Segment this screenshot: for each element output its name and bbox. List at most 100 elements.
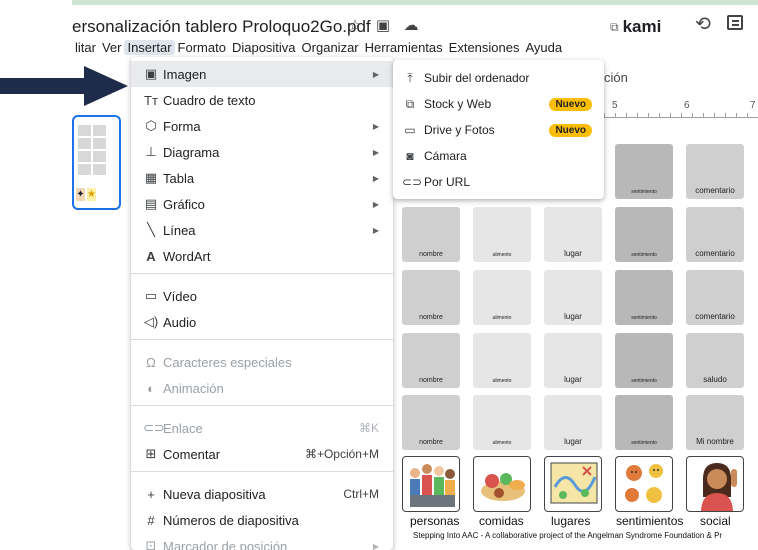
insert-menu-item-línea[interactable]: ╲ Línea ▶ xyxy=(131,217,393,243)
insert-menu-item-comentar[interactable]: ⊞ Comentar ⌘+Opción+M xyxy=(131,441,393,467)
image-submenu-item-label: Por URL xyxy=(424,175,471,189)
slide-cell[interactable]: alimento xyxy=(473,333,531,388)
slide-cell-label: alimento xyxy=(492,440,512,446)
submenu-arrow-icon: ▶ xyxy=(372,69,379,79)
slide-cell-label: comentario xyxy=(695,186,735,195)
insert-menu-item-imagen[interactable]: ▣ Imagen ▶ xyxy=(131,61,393,87)
slide-cell-label: sentimiento xyxy=(631,315,657,321)
pictogram-comidas xyxy=(473,456,531,512)
insert-menu-item-números-de-diapositiva[interactable]: # Números de diapositiva xyxy=(131,507,393,533)
slide-cell[interactable]: nombre xyxy=(402,333,460,388)
image-submenu-item-label: Subir del ordenador xyxy=(424,71,530,85)
insert-menu-item-audio[interactable]: ◁) Audio xyxy=(131,309,393,335)
new-badge: Nuevo xyxy=(549,123,592,137)
menu-herramientas[interactable]: Herramientas xyxy=(362,40,446,55)
table-icon: ▦ xyxy=(144,170,158,185)
submenu-arrow-icon: ▶ xyxy=(372,225,379,235)
slide-cell[interactable]: lugar xyxy=(544,333,602,388)
slide-cell[interactable]: nombre xyxy=(402,207,460,262)
kami-extension[interactable]: ⧉ kami xyxy=(610,17,661,37)
menu-diapositiva[interactable]: Diapositiva xyxy=(229,40,299,55)
insert-menu-item-marcador-de-posición: ⊡ Marcador de posición ▶ xyxy=(131,533,393,550)
slide-cell[interactable]: sentimiento xyxy=(615,395,673,450)
slide-cell[interactable]: saludo xyxy=(686,333,744,388)
move-folder-icon[interactable]: ▣ xyxy=(374,16,392,34)
shortcut-label: ⌘+Opción+M xyxy=(304,447,379,461)
menu-ver[interactable]: Ver xyxy=(99,40,125,55)
menu-extensiones[interactable]: Extensiones xyxy=(446,40,523,55)
pointer-arrow-icon xyxy=(0,66,128,106)
star-icon[interactable]: ☆ xyxy=(346,16,364,34)
insert-menu-item-label: Animación xyxy=(163,380,224,396)
pictogram-label: social xyxy=(700,514,731,528)
insert-menu-item-vídeo[interactable]: ▭ Vídeo xyxy=(131,283,393,309)
omega-icon: Ω xyxy=(146,354,156,370)
comments-icon[interactable] xyxy=(727,15,743,30)
image-submenu: ⤒ Subir del ordenador ⧉ Stock y Web Nuevo ▭ Dr… xyxy=(393,60,604,199)
image-submenu-item-cámara[interactable]: ◙ Cámara xyxy=(393,143,604,169)
placeholder-icon: ⊡ xyxy=(145,538,157,550)
menu-insertar[interactable]: Insertar xyxy=(124,39,175,55)
audio-icon: ◁) xyxy=(143,314,159,329)
cloud-status-icon[interactable]: ☁ xyxy=(402,16,420,34)
version-history-icon[interactable]: ⟲ xyxy=(695,13,711,36)
slide-cell-label: comentario xyxy=(695,249,735,258)
slide-cell[interactable]: alimento xyxy=(473,207,531,262)
slide-cell[interactable]: Mi nombre xyxy=(686,395,744,450)
slide-cell[interactable]: nombre xyxy=(402,270,460,325)
slide-cell[interactable]: alimento xyxy=(473,270,531,325)
menu-bar: litar Ver Insertar Formato Diapositiva O… xyxy=(72,37,565,57)
slide-cell[interactable]: alimento xyxy=(473,395,531,450)
insert-menu-item-gráfico[interactable]: ▤ Gráfico ▶ xyxy=(131,191,393,217)
toolbar-partial-label[interactable]: ción xyxy=(604,70,628,85)
slide-cell[interactable]: nombre xyxy=(402,395,460,450)
slide-cell-label: sentimiento xyxy=(631,378,657,384)
slide-cell[interactable]: sentimiento xyxy=(615,144,673,199)
ruler-number: 6 xyxy=(684,100,690,111)
slide-cell[interactable]: sentimiento xyxy=(615,333,673,388)
insert-menu-item-nueva-diapositiva[interactable]: + Nueva diapositiva Ctrl+M xyxy=(131,481,393,507)
new-badge: Nuevo xyxy=(549,97,592,111)
slide-cell[interactable]: comentario xyxy=(686,270,744,325)
slide-footer-text: Stepping Into AAC - A collaborative proj… xyxy=(413,531,723,540)
document-title[interactable]: ersonalización tablero Proloquo2Go.pdf xyxy=(72,17,371,37)
insert-menu-item-diagrama[interactable]: ⊥ Diagrama ▶ xyxy=(131,139,393,165)
pictogram-label: lugares xyxy=(551,514,591,528)
slide-cell-label: lugar xyxy=(564,375,582,384)
slide-cell[interactable]: sentimiento xyxy=(615,207,673,262)
insert-menu-item-label: Diagrama xyxy=(163,144,220,160)
slide-cell[interactable]: lugar xyxy=(544,395,602,450)
insert-menu-item-tabla[interactable]: ▦ Tabla ▶ xyxy=(131,165,393,191)
image-submenu-item-por-url[interactable]: ⊂⊃ Por URL xyxy=(393,169,604,195)
insert-menu: ▣ Imagen ▶ Tт Cuadro de texto ⬡ Forma ▶ ⊥ Diagram… xyxy=(131,57,393,550)
slide-cell[interactable]: lugar xyxy=(544,270,602,325)
slide-cell[interactable]: sentimiento xyxy=(615,270,673,325)
menu-formato[interactable]: Formato xyxy=(175,40,229,55)
insert-menu-item-forma[interactable]: ⬡ Forma ▶ xyxy=(131,113,393,139)
image-submenu-item-label: Stock y Web xyxy=(424,97,492,111)
slide-cell-label: alimento xyxy=(492,252,512,258)
ruler-number: 5 xyxy=(612,100,618,111)
insert-menu-item-cuadro-de-texto[interactable]: Tт Cuadro de texto xyxy=(131,87,393,113)
menu-organizar[interactable]: Organizar xyxy=(299,40,362,55)
image-submenu-item-drive-y-fotos[interactable]: ▭ Drive y Fotos Nuevo xyxy=(393,117,604,143)
insert-menu-item-label: Caracteres especiales xyxy=(163,354,292,370)
slide-cell-label: Mi nombre xyxy=(696,437,734,446)
slide-thumbnail[interactable]: ✦ ★ xyxy=(72,115,121,210)
text-box-icon: Tт xyxy=(144,92,158,108)
menu-separator xyxy=(131,273,393,274)
submenu-arrow-icon: ▶ xyxy=(372,173,379,183)
submenu-arrow-icon: ▶ xyxy=(372,199,379,209)
slide-cell[interactable]: comentario xyxy=(686,144,744,199)
pictogram-lugares xyxy=(544,456,602,512)
ruler-number: 7 xyxy=(750,100,756,111)
image-icon: ▣ xyxy=(144,66,158,81)
slide-cell-label: sentimiento xyxy=(631,189,657,195)
image-submenu-item-subir-del-ordenador[interactable]: ⤒ Subir del ordenador xyxy=(393,65,604,91)
image-submenu-item-stock-y-web[interactable]: ⧉ Stock y Web Nuevo xyxy=(393,91,604,117)
slide-cell[interactable]: lugar xyxy=(544,207,602,262)
menu-editar[interactable]: litar xyxy=(72,40,99,55)
slide-cell[interactable]: comentario xyxy=(686,207,744,262)
menu-ayuda[interactable]: Ayuda xyxy=(522,40,565,55)
insert-menu-item-wordart[interactable]: A WordArt xyxy=(131,243,393,269)
